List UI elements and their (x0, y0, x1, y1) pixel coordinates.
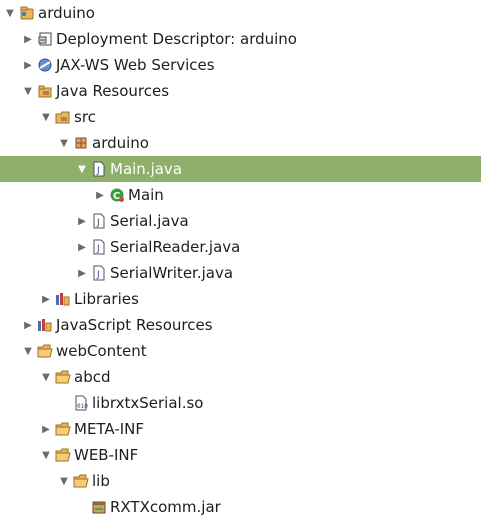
collapse-arrow-icon[interactable]: ▼ (41, 364, 51, 390)
tree-item-meta-inf[interactable]: ▶ META-INF (0, 416, 481, 442)
expand-arrow-icon[interactable]: ▶ (23, 52, 33, 78)
tree-item-label: JAX-WS Web Services (56, 56, 215, 74)
tree-item-label: lib (92, 472, 110, 490)
tree-item-serial-java[interactable]: ▶ J Serial.java (0, 208, 481, 234)
svg-text:J: J (96, 270, 100, 280)
expand-arrow-icon[interactable]: ▶ (41, 286, 51, 312)
tree-item-label: META-INF (74, 420, 145, 438)
folder-open-icon (37, 343, 53, 359)
tree-item-serialreader-java[interactable]: ▶ J SerialReader.java (0, 234, 481, 260)
tree-item-label: JavaScript Resources (56, 316, 213, 334)
tree-item-web-inf[interactable]: ▼ WEB-INF (0, 442, 481, 468)
java-file-icon: J (91, 213, 107, 229)
collapse-arrow-icon[interactable]: ▼ (41, 442, 51, 468)
tree-item-label: librxtxSerial.so (92, 394, 204, 412)
collapse-arrow-icon[interactable]: ▼ (23, 338, 33, 364)
tree-item-webcontent[interactable]: ▼ webContent (0, 338, 481, 364)
web-services-icon (37, 57, 53, 73)
tree-item-label: Main.java (110, 160, 183, 178)
tree-item-rxtxcomm-jar[interactable]: RXTXcomm.jar (0, 494, 481, 520)
tree-item-label: arduino (92, 134, 149, 152)
expand-arrow-icon[interactable]: ▶ (77, 234, 87, 260)
expand-arrow-icon[interactable]: ▶ (23, 312, 33, 338)
expand-arrow-icon[interactable]: ▶ (23, 26, 33, 52)
collapse-arrow-icon[interactable]: ▼ (59, 130, 69, 156)
folder-open-icon (55, 369, 71, 385)
tree-item-main-class[interactable]: ▶ C Main (0, 182, 481, 208)
tree-item-java-resources[interactable]: ▼ Java Resources (0, 78, 481, 104)
tree-item-arduino-project[interactable]: ▼ arduino (0, 0, 481, 26)
project-explorer-tree: ▼ arduino ▶ Deployment Descriptor: ardui… (0, 0, 481, 516)
tree-item-src[interactable]: ▼ src (0, 104, 481, 130)
tree-item-arduino-package[interactable]: ▼ arduino (0, 130, 481, 156)
tree-item-main-java[interactable]: ▼ J Main.java (0, 156, 481, 182)
collapse-arrow-icon[interactable]: ▼ (23, 78, 33, 104)
collapse-arrow-icon[interactable]: ▼ (77, 156, 87, 182)
svg-text:010: 010 (77, 403, 88, 410)
tree-item-abcd[interactable]: ▼ abcd (0, 364, 481, 390)
expand-arrow-icon[interactable]: ▶ (77, 260, 87, 286)
source-folder-icon (55, 109, 71, 125)
tree-item-serialwriter-java[interactable]: ▶ J SerialWriter.java (0, 260, 481, 286)
tree-item-librxtxserial[interactable]: 010 librxtxSerial.so (0, 390, 481, 416)
folder-open-icon (55, 447, 71, 463)
package-icon (73, 135, 89, 151)
svg-text:J: J (96, 218, 100, 228)
tree-item-label: webContent (56, 342, 147, 360)
tree-item-libraries[interactable]: ▶ Libraries (0, 286, 481, 312)
folder-open-icon (73, 473, 89, 489)
collapse-arrow-icon[interactable]: ▼ (5, 0, 15, 26)
java-file-icon: J (91, 265, 107, 281)
expand-arrow-icon[interactable]: ▶ (41, 416, 51, 442)
tree-item-deployment-descriptor[interactable]: ▶ Deployment Descriptor: arduino (0, 26, 481, 52)
java-resources-icon (37, 83, 53, 99)
svg-text:J: J (96, 244, 100, 254)
project-icon (19, 5, 35, 21)
libraries-icon (55, 291, 71, 307)
libraries-icon (37, 317, 53, 333)
java-file-icon: J (91, 239, 107, 255)
tree-item-label: Java Resources (56, 82, 170, 100)
class-icon: C (109, 187, 125, 203)
tree-item-label: src (74, 108, 96, 126)
tree-item-label: abcd (74, 368, 111, 386)
tree-item-label: Serial.java (110, 212, 189, 230)
collapse-arrow-icon[interactable]: ▼ (59, 468, 69, 494)
tree-item-label: arduino (38, 4, 95, 22)
tree-item-javascript-resources[interactable]: ▶ JavaScript Resources (0, 312, 481, 338)
tree-item-label: RXTXcomm.jar (110, 498, 221, 516)
tree-item-jax-ws[interactable]: ▶ JAX-WS Web Services (0, 52, 481, 78)
collapse-arrow-icon[interactable]: ▼ (41, 104, 51, 130)
tree-item-label: SerialReader.java (110, 238, 241, 256)
expand-arrow-icon[interactable]: ▶ (77, 208, 87, 234)
tree-item-label: WEB-INF (74, 446, 139, 464)
tree-item-label: Deployment Descriptor: arduino (56, 30, 297, 48)
svg-text:J: J (96, 166, 100, 176)
binary-file-icon: 010 (73, 395, 89, 411)
tree-item-lib[interactable]: ▼ lib (0, 468, 481, 494)
tree-item-label: Libraries (74, 290, 139, 308)
folder-icon (55, 421, 71, 437)
tree-item-label: SerialWriter.java (110, 264, 234, 282)
expand-arrow-icon[interactable]: ▶ (95, 182, 105, 208)
java-file-icon: J (91, 161, 107, 177)
tree-item-label: Main (128, 186, 164, 204)
deployment-descriptor-icon (37, 31, 53, 47)
